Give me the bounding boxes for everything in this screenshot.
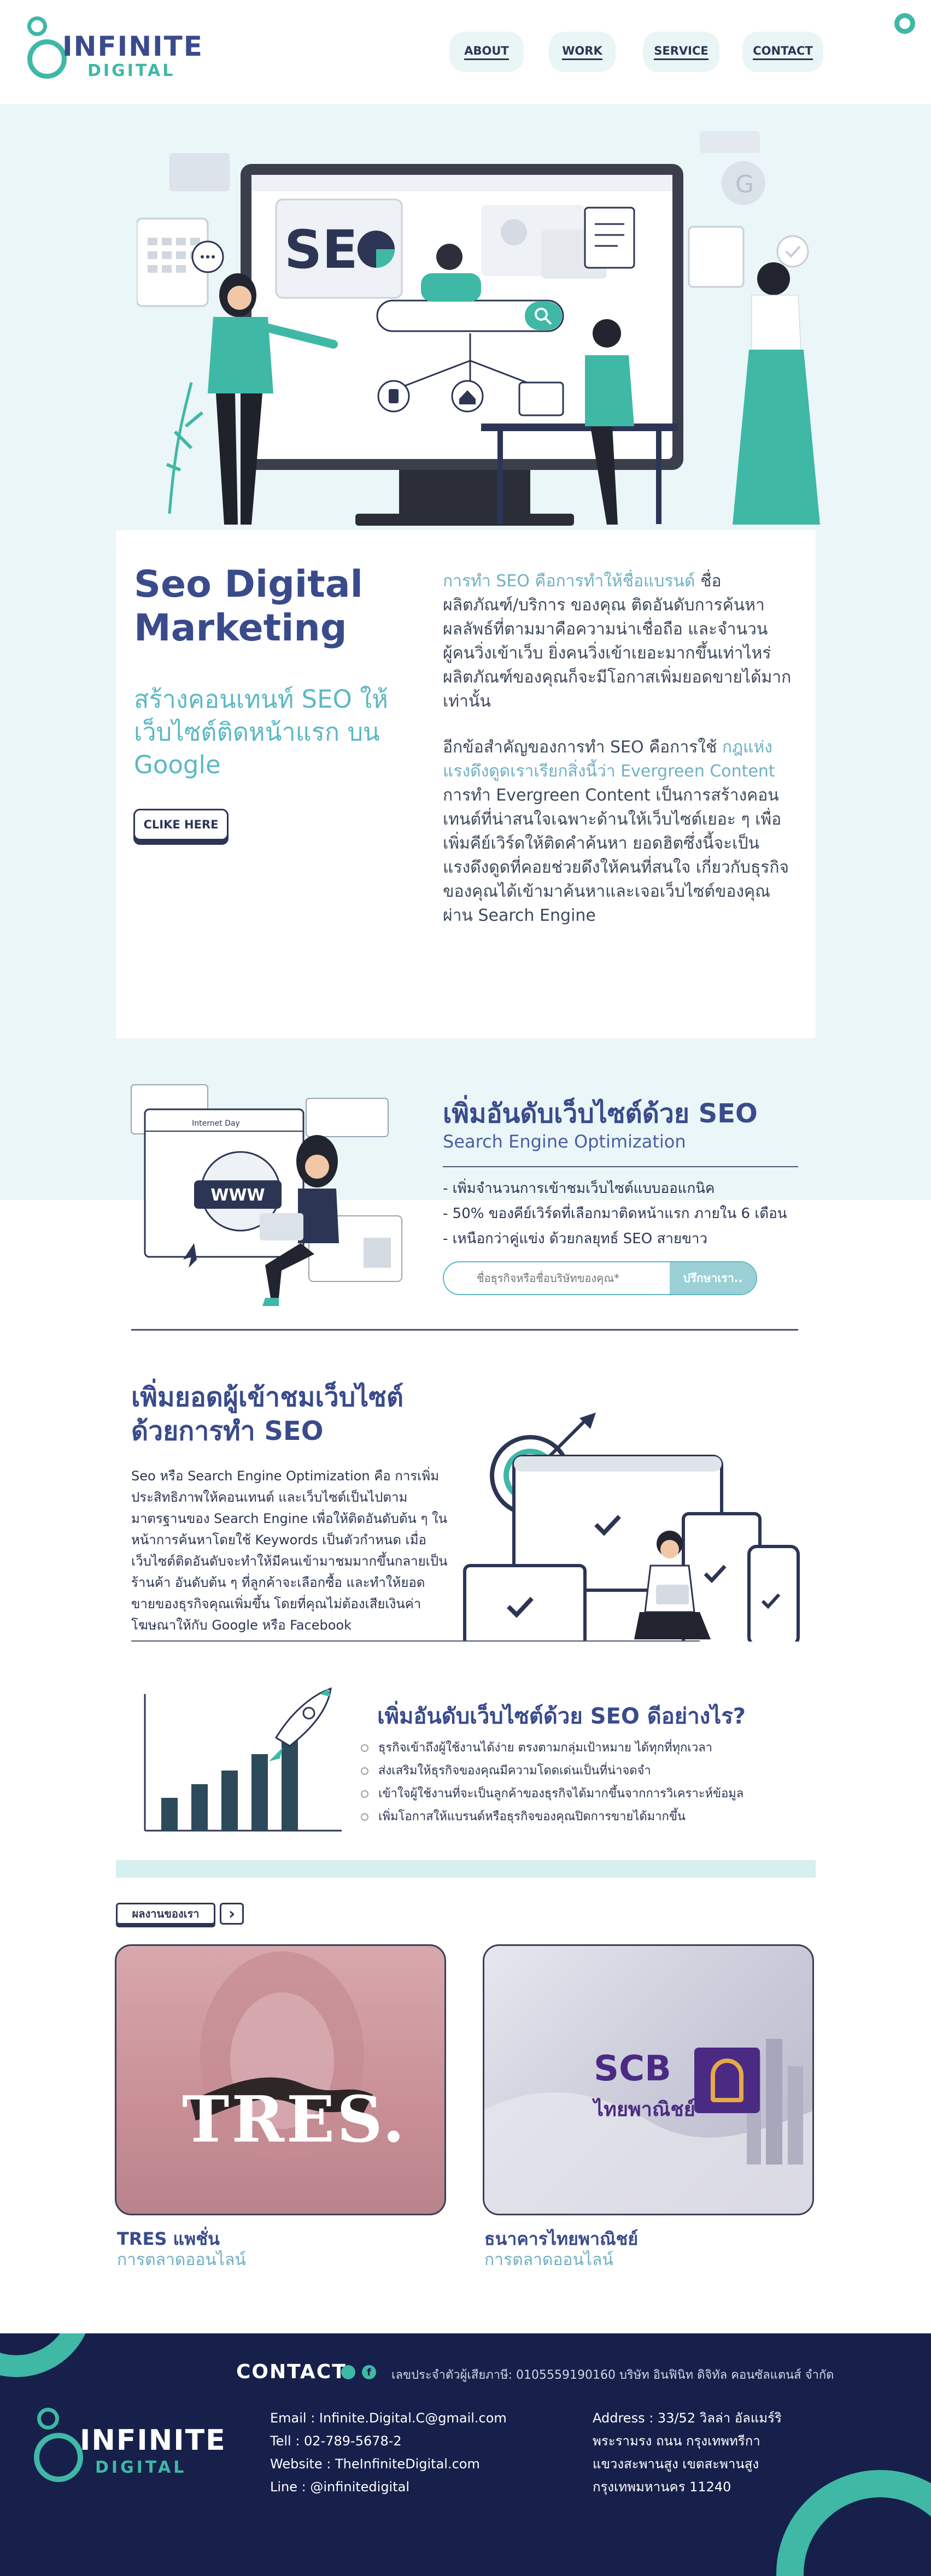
hero-illustration: G SE xyxy=(137,131,820,526)
hero-subtitle: สร้างคอนเทนท์ SEO ให้เว็บไซต์ติดหน้าแรก … xyxy=(134,685,388,779)
how-title: เพิ่มอันดับเว็บไซต์ด้วย SEO ดีอย่างไร? xyxy=(377,1704,746,1729)
nav-service[interactable]: SERVICE xyxy=(643,32,719,72)
rank-bullets: - เพิ่มจำนวนการเข้าชมเว็บไซต์แบบออแกนิค … xyxy=(443,1176,804,1251)
scb-logo-sub: ไทยพาณิชย์ xyxy=(594,2098,695,2121)
footer-line[interactable]: Line : @infinitedigital xyxy=(270,2475,554,2498)
browser-title: Internet Day xyxy=(192,1119,240,1128)
how-list-item: เพิ่มโอกาสให้แบรนด์หรือธุรกิจของคุณปิดกา… xyxy=(361,1805,798,1828)
nav-contact[interactable]: CONTACT xyxy=(742,32,823,72)
rank-bullet: - เหนือกว่าคู่แข่ง ด้วยกลยุทธ์ SEO สายขา… xyxy=(443,1231,708,1247)
footer-logo-main: INFINITE xyxy=(80,2424,226,2457)
hero-para2-start: อีกข้อสำคัญของการทำ SEO คือการใช้ xyxy=(443,738,717,757)
business-name-input[interactable] xyxy=(444,1262,670,1294)
footer-registration: เลขประจำตัวผู้เสียภาษี: 0105559190160 บร… xyxy=(391,2368,834,2382)
footer-facebook-icon[interactable]: f xyxy=(362,2365,376,2379)
portfolio-card-scb[interactable]: SCB ไทยพาณิชย์ xyxy=(483,1944,814,2215)
consult-form: ปรึกษาเรา.. xyxy=(443,1261,757,1295)
site-header: INFINITE DIGITAL ABOUT WORK SERVICE CONT… xyxy=(0,0,931,104)
footer-address-line: กรุงเทพมหานคร 11240 xyxy=(593,2479,731,2495)
how-band xyxy=(116,1860,816,1878)
growth-chart-illustration xyxy=(144,1687,342,1832)
hero-para2-end: การทำ Evergreen Content เป็นการสร้างคอนเ… xyxy=(443,786,789,925)
portfolio-sub-scb: การตลาดออนไลน์ xyxy=(484,2250,613,2269)
hero-seo-label: SE xyxy=(284,219,358,280)
portfolio-label[interactable]: ผลงานของเรา xyxy=(116,1903,215,1925)
hero-title: Seo Digital Marketing xyxy=(134,563,363,650)
footer-contact-heading: CONTACT xyxy=(236,2361,347,2383)
cta-label: CLIKE HERE xyxy=(143,818,219,831)
traffic-illustration xyxy=(454,1413,800,1649)
hero-para1-accent: การทำ SEO คือการทำให้ชื่อแบรนด์ xyxy=(443,572,695,591)
portfolio-label-text: ผลงานของเรา xyxy=(132,1907,200,1920)
footer-tel[interactable]: Tell : 02-789-5678-2 xyxy=(270,2430,554,2453)
footer-logo[interactable]: INFINITE DIGITAL xyxy=(34,2408,225,2490)
www-label: WWW xyxy=(210,1186,265,1205)
how-list: ธุรกิจเข้าถึงผู้ใช้งานได้ง่าย ตรงตามกลุ่… xyxy=(361,1737,798,1828)
how-list-item: ส่งเสริมให้ธุรกิจของคุณมีความโดดเด่นเป็น… xyxy=(361,1760,798,1783)
rank-illustration: Internet Day WWW xyxy=(131,1084,402,1306)
scb-emblem-icon xyxy=(694,2048,760,2113)
footer-address-line: พระรามรง ถนน กรุงเทพทรีกา xyxy=(593,2433,760,2449)
footer-logo-sub: DIGITAL xyxy=(95,2458,187,2477)
rank-subtitle: Search Engine Optimization xyxy=(443,1131,686,1152)
portfolio-sub-tres: การตลาดออนไลน์ xyxy=(117,2250,246,2269)
rank-divider xyxy=(443,1166,798,1167)
hero-paragraph-2: อีกข้อสำคัญของการทำ SEO คือการใช้ กฎแห่ง… xyxy=(443,736,793,928)
nav-work-label: WORK xyxy=(562,44,602,60)
svg-text:G: G xyxy=(735,170,754,198)
nav-about[interactable]: ABOUT xyxy=(449,32,524,72)
hero-para1-text: ชื่อผลิตภัณฑ์/บริการ ของคุณ ติดอันดับการ… xyxy=(443,572,792,711)
how-list-item: เข้าใจผู้ใช้งานที่จะเป็นลูกค้าของธุรกิจไ… xyxy=(361,1783,798,1805)
nav-service-label: SERVICE xyxy=(654,44,709,60)
section-divider xyxy=(131,1329,798,1331)
consult-button[interactable]: ปรึกษาเรา.. xyxy=(670,1262,756,1294)
cta-button[interactable]: CLIKE HERE xyxy=(133,809,229,840)
site-footer: CONTACT f เลขประจำตัวผู้เสียภาษี: 010555… xyxy=(0,2333,931,2576)
rank-bullet: - เพิ่มจำนวนการเข้าชมเว็บไซต์แบบออแกนิค xyxy=(443,1180,715,1197)
footer-messenger-icon[interactable] xyxy=(341,2365,355,2379)
footer-website[interactable]: Website : TheInfiniteDigital.com xyxy=(270,2453,554,2475)
portfolio-next-arrow-icon[interactable]: › xyxy=(220,1903,244,1925)
site-logo[interactable]: INFINITE DIGITAL xyxy=(26,15,207,86)
traffic-body: Seo หรือ Search Engine Optimization คือ … xyxy=(131,1468,448,1633)
rank-title: เพิ่มอันดับเว็บไซต์ด้วย SEO xyxy=(443,1098,758,1129)
footer-address-line: Address : 33/52 วิลล่า อัลแมร์ริ xyxy=(593,2410,782,2426)
footer-address-line: แขวงสะพานสูง เขตสะพานสูง xyxy=(593,2456,759,2472)
hero-paragraph-1: การทำ SEO คือการทำให้ชื่อแบรนด์ ชื่อผลิต… xyxy=(443,569,793,714)
portfolio-tres-image xyxy=(190,1951,373,2159)
rank-bullet: - 50% ของคีย์เวิร์ดที่เลือกมาติดหน้าแรก … xyxy=(443,1205,787,1222)
traffic-title: เพิ่มยอดผู้เข้าชมเว็บไซต์ ด้วยการทำ SEO xyxy=(131,1382,404,1446)
nav-contact-label: CONTACT xyxy=(753,44,813,60)
footer-deco-arc-left xyxy=(0,2333,93,2377)
footer-contact-details: Email : Infinite.Digital.C@gmail.com Tel… xyxy=(270,2407,554,2498)
portfolio-card-tres[interactable]: TRES. xyxy=(115,1944,446,2215)
footer-email[interactable]: Email : Infinite.Digital.C@gmail.com xyxy=(270,2407,554,2430)
menu-ring-icon[interactable] xyxy=(894,13,915,34)
logo-sub-text: DIGITAL xyxy=(87,61,175,80)
tres-logo: TRES. xyxy=(182,2083,407,2157)
nav-about-label: ABOUT xyxy=(464,44,509,60)
nav-work[interactable]: WORK xyxy=(549,32,616,72)
how-list-item: ธุรกิจเข้าถึงผู้ใช้งานได้ง่าย ตรงตามกลุ่… xyxy=(361,1737,798,1760)
footer-address: Address : 33/52 วิลล่า อัลแมร์ริ พระรามร… xyxy=(593,2407,822,2498)
scb-logo: SCB xyxy=(594,2049,671,2089)
logo-main-text: INFINITE xyxy=(62,31,203,62)
